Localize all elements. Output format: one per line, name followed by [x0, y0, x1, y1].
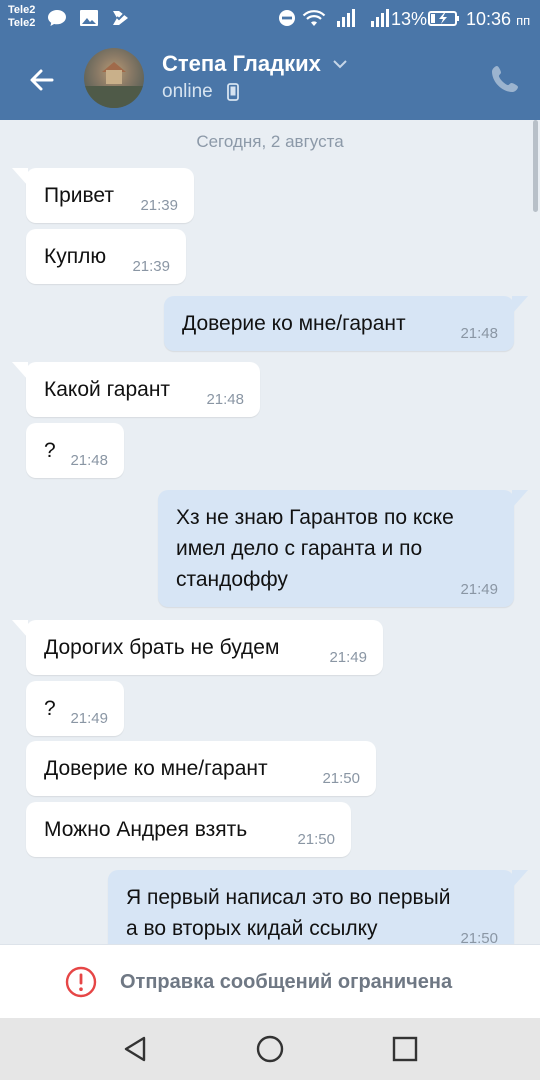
message-time: 21:49	[70, 710, 108, 727]
image-icon	[80, 10, 98, 26]
message-text: Какой гарант	[44, 378, 171, 401]
scrollbar[interactable]	[533, 120, 538, 212]
message-time: 21:48	[70, 452, 108, 469]
system-nav-bar	[0, 1018, 540, 1080]
recents-square-icon[interactable]	[388, 1032, 422, 1066]
message-incoming[interactable]: Какой гарант 21:48	[12, 362, 260, 417]
message-text: Можно Андрея взять	[44, 818, 248, 841]
carrier-2: Tele2	[8, 17, 36, 29]
message-text: Хз не знаю Гарантов по кске имел дело с …	[176, 506, 454, 591]
chat-notification-icon	[48, 10, 66, 26]
phone-icon[interactable]	[488, 62, 522, 96]
clock-time: 10:36	[466, 9, 512, 29]
message-time: 21:48	[460, 325, 498, 342]
message-list[interactable]: Сегодня, 2 августа Привет 21:39 Куплю 21…	[0, 120, 540, 944]
arrow-left-icon[interactable]	[22, 60, 62, 100]
dnd-icon	[279, 10, 295, 26]
message-time: 21:48	[206, 391, 244, 408]
message-incoming[interactable]: Куплю 21:39	[26, 229, 186, 284]
wifi-icon	[302, 10, 326, 26]
check-icon	[113, 11, 128, 25]
message-text: Я первый написал это во первый а во втор…	[126, 886, 451, 940]
message-text: ?	[44, 439, 56, 462]
contact-status: online	[162, 81, 213, 102]
signal-icon-2	[371, 9, 389, 27]
date-separator: Сегодня, 2 августа	[196, 132, 344, 151]
message-time: 21:50	[460, 930, 498, 944]
messaging-restricted-bar: Отправка сообщений ограничена	[0, 944, 540, 1019]
message-incoming[interactable]: Привет 21:39	[12, 168, 194, 223]
message-incoming[interactable]: Дорогих брать не будем 21:49	[12, 620, 383, 675]
message-time: 21:49	[460, 581, 498, 598]
chevron-down-icon[interactable]	[332, 57, 348, 71]
alert-circle-icon	[65, 966, 97, 998]
message-incoming[interactable]: ? 21:48	[26, 423, 124, 478]
message-time: 21:50	[297, 831, 335, 848]
message-text: Доверие ко мне/гарант	[182, 312, 406, 335]
message-time: 21:49	[329, 649, 367, 666]
message-time: 21:39	[140, 197, 178, 214]
battery-percent: 13%	[391, 9, 428, 29]
message-outgoing[interactable]: Хз не знаю Гарантов по кске имел дело с …	[158, 490, 528, 607]
message-incoming[interactable]: Можно Андрея взять 21:50	[26, 802, 351, 857]
chat-header: Степа Гладких online	[0, 38, 540, 120]
message-text: Доверие ко мне/гарант	[44, 757, 268, 780]
message-outgoing[interactable]: Доверие ко мне/гарант 21:48	[164, 296, 528, 351]
signal-icon	[337, 9, 355, 27]
battery-charging-icon	[428, 11, 459, 26]
message-incoming[interactable]: ? 21:49	[26, 681, 124, 736]
mobile-icon	[227, 83, 239, 101]
message-time: 21:50	[322, 770, 360, 787]
message-time: 21:39	[132, 258, 170, 275]
message-text: Привет	[44, 184, 115, 207]
avatar[interactable]	[84, 48, 144, 108]
carrier-1: Tele2	[8, 4, 36, 16]
message-incoming[interactable]: Доверие ко мне/гарант 21:50	[26, 741, 376, 796]
clock: 10:36 пп	[466, 8, 530, 32]
message-text: Дорогих брать не будем	[44, 636, 280, 659]
carrier-labels: Tele2 Tele2	[8, 4, 35, 30]
clock-suffix: пп	[516, 13, 531, 28]
message-text: Куплю	[44, 245, 107, 268]
contact-name[interactable]: Степа Гладких	[162, 50, 321, 78]
status-bar: Tele2 Tele2 13% 10:36 пп	[0, 0, 540, 38]
message-outgoing[interactable]: Я первый написал это во первый а во втор…	[108, 870, 528, 944]
restriction-text: Отправка сообщений ограничена	[120, 971, 453, 993]
message-text: ?	[44, 697, 56, 720]
home-circle-icon[interactable]	[253, 1032, 287, 1066]
back-triangle-icon[interactable]	[118, 1032, 152, 1066]
